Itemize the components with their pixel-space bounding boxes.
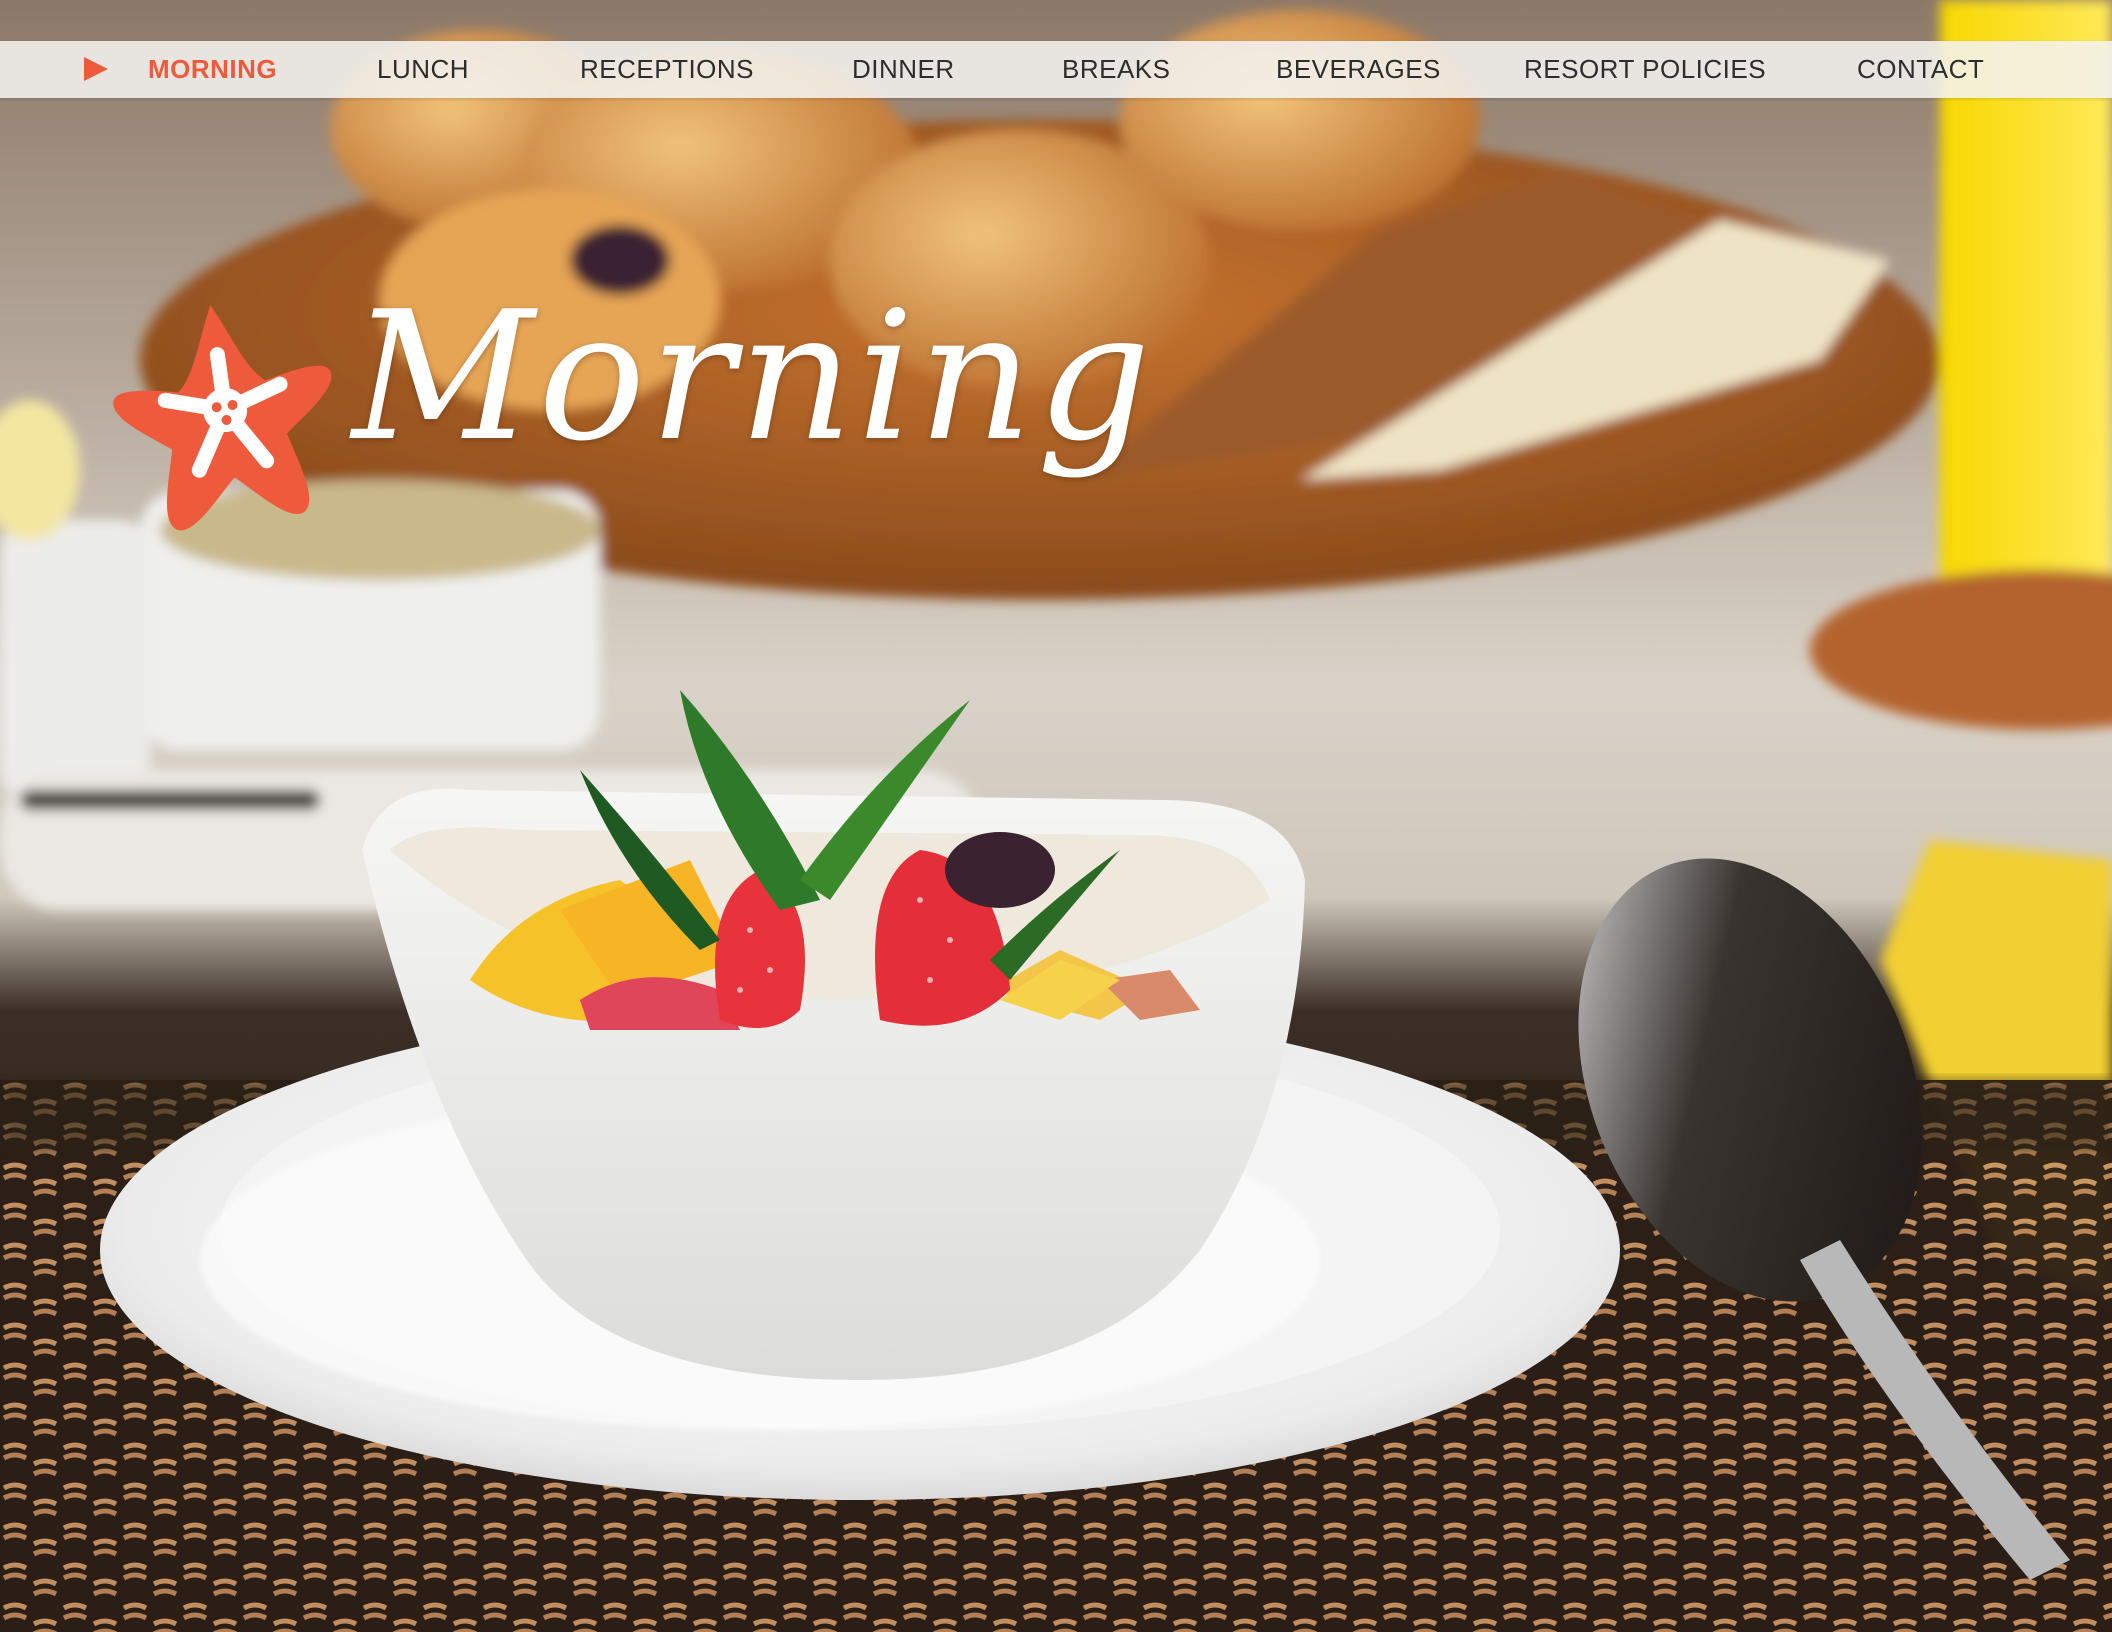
- starfish-flower-icon: [108, 298, 344, 534]
- nav-item-receptions[interactable]: RECEPTIONS: [580, 41, 754, 98]
- nav-item-breaks[interactable]: BREAKS: [1062, 41, 1171, 98]
- nav-item-morning[interactable]: MORNING: [148, 41, 277, 98]
- nav-item-contact[interactable]: CONTACT: [1857, 41, 1984, 98]
- page-title: Morning: [352, 273, 1155, 480]
- nav-item-resort-policies[interactable]: RESORT POLICIES: [1524, 41, 1766, 98]
- nav-item-beverages[interactable]: BEVERAGES: [1276, 41, 1441, 98]
- hero-photo: [0, 0, 2112, 1632]
- nav-item-dinner[interactable]: DINNER: [852, 41, 955, 98]
- nav-item-lunch[interactable]: LUNCH: [377, 41, 469, 98]
- play-arrow-icon: [84, 57, 108, 81]
- main-nav: MORNING LUNCH RECEPTIONS DINNER BREAKS B…: [0, 41, 2112, 98]
